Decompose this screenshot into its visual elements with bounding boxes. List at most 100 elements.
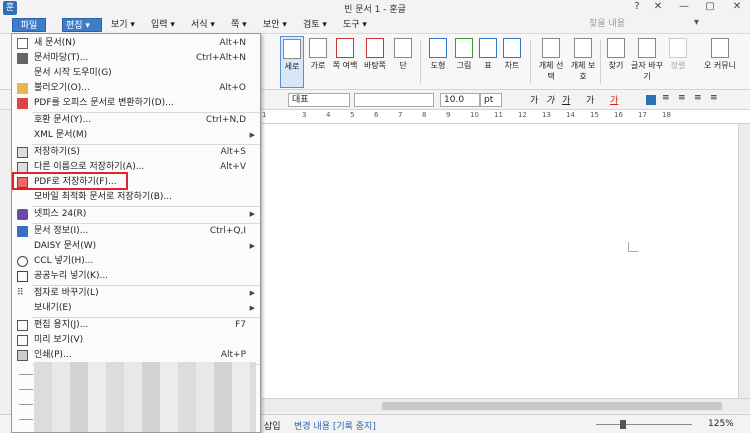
italic-icon[interactable]: 가 [546, 93, 554, 106]
strikethrough-icon[interactable]: 가 [586, 93, 594, 106]
vertical-scrollbar[interactable] [738, 124, 750, 398]
menu-item-label: 저장하기(S) [34, 147, 80, 157]
ribbon-community-button[interactable]: 오 커뮤니 [700, 36, 740, 88]
font-unit-select[interactable]: pt [480, 93, 502, 107]
menu-file[interactable]: 파일 [12, 18, 46, 32]
ribbon-table-button[interactable]: 표 [478, 36, 498, 88]
document-canvas[interactable] [262, 124, 738, 398]
zoom-level[interactable]: 125% [708, 419, 734, 429]
track-changes-status[interactable]: 변경 내용 [기록 중지] [294, 419, 376, 432]
menu-compat-doc[interactable]: 호환 문서(Y)... Ctrl+N,D [12, 113, 260, 128]
menu-netffice[interactable]: 넷피스 24(R) ▶ [12, 207, 260, 222]
font-color-icon[interactable]: 가 [610, 93, 618, 106]
ribbon-landscape-button[interactable]: 가로 [306, 36, 330, 88]
menu-view[interactable]: 보기 ▾ [108, 18, 138, 32]
style-select[interactable]: 대표 [288, 93, 350, 107]
ruler-number: 13 [542, 111, 551, 119]
minimize-icon[interactable]: — [677, 1, 691, 12]
menu-item-label: 모바일 최적화 문서로 저장하기(B)... [34, 192, 173, 202]
menu-insert[interactable]: 입력 ▾ [148, 18, 178, 32]
menu-ccl[interactable]: CCL 넣기(H)... [12, 254, 260, 269]
masterpage-icon [366, 38, 384, 58]
menu-item-label: 문서마당(T)... [34, 53, 89, 63]
pdf-convert-icon [17, 98, 28, 109]
maximize-icon[interactable]: ▢ [703, 1, 717, 12]
help-icon[interactable]: ? [630, 1, 644, 12]
recent-file-bullet-icon [19, 374, 33, 375]
ribbon-sort-button[interactable]: 정렬 [666, 36, 690, 88]
ribbon-object-protect-button[interactable]: 개체 보호 [568, 36, 598, 88]
search-input[interactable]: 찾을 내용 [583, 17, 697, 32]
menu-open[interactable]: 불러오기(O)... Alt+O [12, 81, 260, 96]
menu-item-label: 문서 정보(I)... [34, 226, 89, 236]
underline-icon[interactable]: 가 [562, 93, 570, 106]
insert-mode[interactable]: 삽입 [264, 419, 281, 432]
align-distribute-icon[interactable]: ≡ [710, 93, 718, 103]
menu-save[interactable]: 저장하기(S) Alt+S [12, 145, 260, 160]
align-left-icon[interactable]: ≡ [662, 93, 670, 103]
align-justify-icon[interactable] [646, 95, 656, 105]
menu-page[interactable]: 쪽 ▾ [228, 18, 250, 32]
ribbon-separator [530, 40, 531, 84]
template-icon [17, 53, 28, 64]
menu-format[interactable]: 서식 ▾ [188, 18, 218, 32]
search-dropdown-icon[interactable]: ▾ [694, 17, 699, 28]
ribbon-shape-button[interactable]: 도형 [426, 36, 450, 88]
menu-item-label: 공공누리 넣기(K)... [34, 271, 109, 281]
menu-print[interactable]: 인쇄(P)... Alt+P [12, 348, 260, 363]
table-icon [479, 38, 497, 58]
recent-files-blurred [34, 362, 256, 432]
picture-icon [455, 38, 473, 58]
menu-xml-doc[interactable]: XML 문서(M) ▶ [12, 128, 260, 143]
doc-info-icon [17, 226, 28, 237]
menu-preview[interactable]: 미리 보기(V) [12, 333, 260, 348]
menu-new-document[interactable]: 새 문서(N) Alt+N [12, 36, 260, 51]
menu-item-shortcut: Alt+V [220, 162, 246, 172]
menu-save-mobile[interactable]: 모바일 최적화 문서로 저장하기(B)... [12, 190, 260, 205]
pdf-save-highlight [12, 172, 128, 190]
ribbon-label: 글자 바꾸기 [631, 61, 663, 81]
bold-icon[interactable]: 가 [530, 93, 538, 106]
ribbon-masterpage-button[interactable]: 바탕쪽 [360, 36, 390, 88]
menu-kogl[interactable]: 공공누리 넣기(K)... [12, 269, 260, 284]
ribbon-object-select-button[interactable]: 개체 선택 [536, 36, 566, 88]
menu-review[interactable]: 검토 ▾ [300, 18, 330, 32]
menu-item-shortcut: Ctrl+N,D [205, 115, 246, 125]
horizontal-scrollbar[interactable] [262, 398, 750, 412]
menu-tools-label: 도구 [343, 20, 360, 30]
replace-icon [638, 38, 656, 58]
align-right-icon[interactable]: ≡ [678, 93, 686, 103]
menu-daisy[interactable]: DAISY 문서(W) ▶ [12, 239, 260, 254]
ribbon-chart-button[interactable]: 차트 [500, 36, 524, 88]
font-select[interactable] [354, 93, 434, 107]
zoom-slider[interactable] [596, 424, 692, 425]
menu-item-label: 넷피스 24(R) [34, 209, 87, 219]
menu-braille[interactable]: ⠿ 점자로 바꾸기(L) ▶ [12, 286, 260, 301]
align-center-icon[interactable]: ≡ [694, 93, 702, 103]
close-icon[interactable]: ✕ [730, 1, 744, 12]
scroll-thumb[interactable] [382, 402, 722, 410]
recent-file-bullet-icon [19, 419, 33, 420]
menu-send[interactable]: 보내기(E) ▶ [12, 301, 260, 316]
ribbon-margin-button[interactable]: 쪽 여백 [332, 36, 358, 88]
menu-security[interactable]: 보안 ▾ [260, 18, 290, 32]
menu-edit[interactable]: 편집 ▾ [62, 18, 102, 32]
font-size-input[interactable]: 10.0 [440, 93, 480, 107]
menu-item-label: 인쇄(P)... [34, 350, 72, 360]
menu-doc-info[interactable]: 문서 정보(I)... Ctrl+Q,I [12, 224, 260, 239]
ribbon-replace-button[interactable]: 글자 바꾸기 [630, 36, 664, 88]
menu-page-setup[interactable]: 편집 용지(J)... F7 [12, 318, 260, 333]
ribbon-find-button[interactable]: 찾기 [604, 36, 628, 88]
menu-template[interactable]: 문서마당(T)... Ctrl+Alt+N [12, 51, 260, 66]
ribbon-portrait-button[interactable]: 세로 [280, 36, 304, 88]
ruler-number: 12 [518, 111, 527, 119]
restore-ribbon-icon[interactable]: ✕ [651, 1, 665, 12]
ribbon-label: 오 커뮤니 [704, 61, 736, 70]
ribbon-label: 바탕쪽 [363, 61, 387, 70]
menu-tools[interactable]: 도구 ▾ [340, 18, 370, 32]
menu-start-wizard[interactable]: 문서 시작 도우미(G) [12, 66, 260, 81]
ribbon-column-button[interactable]: 단 [392, 36, 414, 88]
menu-pdf-convert[interactable]: PDF를 오피스 문서로 변환하기(D)... [12, 96, 260, 111]
ribbon-picture-button[interactable]: 그림 [452, 36, 476, 88]
zoom-slider-handle[interactable] [620, 420, 626, 429]
